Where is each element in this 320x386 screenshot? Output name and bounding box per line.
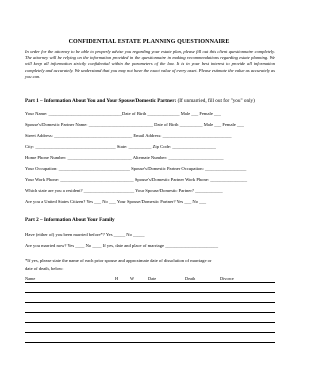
intro-text: In order for the attorney to be able to … [25, 49, 275, 79]
table-row-line[interactable] [25, 302, 275, 303]
prior-spouse-instruction: *If yes, please state the name of each p… [25, 258, 212, 263]
your-name-line[interactable]: Your Name: _____________________________… [25, 111, 221, 116]
city-line[interactable]: City: __________________________________… [25, 144, 216, 149]
married-now-line[interactable]: Are you married now? Yes ____ No ____ If… [25, 243, 218, 248]
table-header-h: H [115, 276, 119, 281]
address-line[interactable]: Street Address: ________________________… [25, 133, 232, 138]
part1-heading-text: Part 1 – Information About You and Your … [25, 98, 177, 104]
occupation-line[interactable]: Your Occupation: _______________________… [25, 166, 246, 171]
work-phone-line[interactable]: Your Work Phone: _______________________… [25, 177, 247, 182]
table-header-w: W [130, 276, 135, 281]
table-row-line[interactable] [25, 312, 275, 313]
table-header-divorce: Divorce [220, 276, 234, 281]
table-header-death: Death [185, 276, 196, 281]
table-row-line[interactable] [25, 322, 275, 323]
prior-spouse-instruction-cont: date of death, below: [25, 266, 64, 271]
part1-heading: Part 1 – Information About You and Your … [25, 98, 255, 104]
table-row-line[interactable] [25, 342, 275, 343]
table-row-line[interactable] [25, 332, 275, 333]
residency-line[interactable]: Which state are you a resident? ________… [25, 188, 223, 193]
document-title: CONFIDENTIAL ESTATE PLANNING QUESTIONNAI… [68, 39, 230, 45]
married-before-line[interactable]: Have (either of) you been married before… [25, 232, 145, 237]
document-page: CONFIDENTIAL ESTATE PLANNING QUESTIONNAI… [0, 0, 298, 386]
intro-paragraph: In order for the attorney to be able to … [25, 49, 275, 80]
table-header-rule [25, 282, 275, 283]
phone-line[interactable]: Home Phone Number: _____________________… [25, 155, 224, 160]
table-row-line[interactable] [25, 292, 275, 293]
table-header-date: Date [148, 276, 157, 281]
part2-heading: Part 2 – Information About Your Family [25, 217, 115, 223]
spouse-name-line[interactable]: Spouse's/Domestic Partner Name: ________… [25, 122, 244, 127]
table-header-name: Name [25, 276, 36, 281]
citizenship-line[interactable]: Are you a United States Citizen? Yes ___… [25, 199, 206, 204]
part1-heading-note: (If unmarried, fill out for "you" only) [176, 98, 255, 104]
